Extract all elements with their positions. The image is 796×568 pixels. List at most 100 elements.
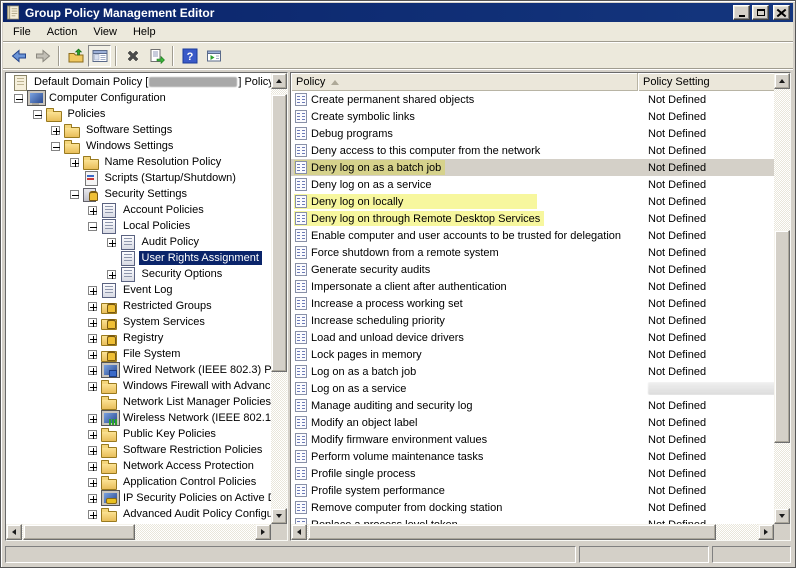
policy-row[interactable]: Deny log on through Remote Desktop Servi… bbox=[291, 210, 774, 227]
policy-row[interactable]: Profile system performanceNot Defined bbox=[291, 482, 774, 499]
expand-icon[interactable] bbox=[88, 430, 97, 439]
policy-row[interactable]: Increase scheduling priorityNot Defined bbox=[291, 312, 774, 329]
tree-item-network-access-protection[interactable]: Network Access Protection bbox=[6, 458, 271, 474]
policy-row[interactable]: Remove computer from docking stationNot … bbox=[291, 499, 774, 516]
scrollbar-thumb[interactable] bbox=[23, 524, 135, 540]
expand-icon[interactable] bbox=[88, 382, 97, 391]
tree-item-name-resolution-policy[interactable]: Name Resolution Policy bbox=[6, 154, 271, 170]
tree-item-system-services[interactable]: System Services bbox=[6, 314, 271, 330]
minimize-button[interactable] bbox=[733, 5, 750, 20]
scroll-left-button[interactable] bbox=[6, 524, 22, 540]
back-button[interactable] bbox=[7, 45, 30, 67]
policy-row[interactable]: Replace a process level tokenNot Defined bbox=[291, 516, 774, 524]
list-vertical-scrollbar[interactable] bbox=[774, 73, 790, 524]
tree-item-computer-configuration[interactable]: Computer Configuration bbox=[6, 90, 271, 106]
policy-row[interactable]: Deny log on as a batch jobNot Defined bbox=[291, 159, 774, 176]
tree-item-advanced-audit-policy-configu[interactable]: Advanced Audit Policy Configu bbox=[6, 506, 271, 522]
tree-item-root-gpo[interactable]: Default Domain Policy [] Policy bbox=[6, 74, 271, 90]
tree-item-security-settings[interactable]: Security Settings bbox=[6, 186, 271, 202]
expand-icon[interactable] bbox=[88, 334, 97, 343]
policy-row[interactable]: Deny log on locallyNot Defined bbox=[291, 193, 774, 210]
policy-row[interactable]: Deny log on as a serviceNot Defined bbox=[291, 176, 774, 193]
policy-row[interactable]: Force shutdown from a remote systemNot D… bbox=[291, 244, 774, 261]
tree-item-software-settings[interactable]: Software Settings bbox=[6, 122, 271, 138]
policy-row[interactable]: Increase a process working setNot Define… bbox=[291, 295, 774, 312]
menu-action[interactable]: Action bbox=[39, 24, 86, 40]
export-list-button[interactable] bbox=[145, 45, 168, 67]
tree-vertical-scrollbar[interactable] bbox=[271, 73, 287, 524]
show-console-tree-button[interactable] bbox=[88, 45, 111, 67]
expand-icon[interactable] bbox=[88, 366, 97, 375]
scrollbar-thumb[interactable] bbox=[774, 230, 790, 443]
column-header-policy-setting[interactable]: Policy Setting bbox=[638, 73, 774, 91]
tree-item-file-system[interactable]: File System bbox=[6, 346, 271, 362]
expand-icon[interactable] bbox=[107, 238, 116, 247]
menu-view[interactable]: View bbox=[85, 24, 125, 40]
forward-button[interactable] bbox=[31, 45, 54, 67]
tree-item-wireless-network-ieee-802-1[interactable]: Wireless Network (IEEE 802.1 bbox=[6, 410, 271, 426]
expand-icon[interactable] bbox=[88, 350, 97, 359]
policy-row[interactable]: Log on as a service bbox=[291, 380, 774, 397]
collapse-icon[interactable] bbox=[51, 142, 60, 151]
policy-row[interactable]: Modify an object labelNot Defined bbox=[291, 414, 774, 431]
tree-item-public-key-policies[interactable]: Public Key Policies bbox=[6, 426, 271, 442]
collapse-icon[interactable] bbox=[14, 94, 23, 103]
policy-row[interactable]: Modify firmware environment valuesNot De… bbox=[291, 431, 774, 448]
policy-row[interactable]: Profile single processNot Defined bbox=[291, 465, 774, 482]
policy-row[interactable]: Manage auditing and security logNot Defi… bbox=[291, 397, 774, 414]
policy-row[interactable]: Create symbolic linksNot Defined bbox=[291, 108, 774, 125]
up-one-level-button[interactable] bbox=[64, 45, 87, 67]
expand-icon[interactable] bbox=[88, 206, 97, 215]
tree-item-user-rights-assignment[interactable]: User Rights Assignment bbox=[6, 250, 271, 266]
expand-icon[interactable] bbox=[107, 270, 116, 279]
expand-icon[interactable] bbox=[88, 302, 97, 311]
delete-button[interactable] bbox=[121, 45, 144, 67]
tree-item-windows-settings[interactable]: Windows Settings bbox=[6, 138, 271, 154]
tree-item-registry[interactable]: Registry bbox=[6, 330, 271, 346]
tree-item-application-control-policies[interactable]: Application Control Policies bbox=[6, 474, 271, 490]
column-header-policy[interactable]: Policy bbox=[291, 73, 638, 91]
scroll-right-button[interactable] bbox=[758, 524, 774, 540]
expand-icon[interactable] bbox=[70, 158, 79, 167]
tree-item-windows-firewall-with-advanc[interactable]: Windows Firewall with Advanc bbox=[6, 378, 271, 394]
tree-item-software-restriction-policies[interactable]: Software Restriction Policies bbox=[6, 442, 271, 458]
collapse-icon[interactable] bbox=[33, 110, 42, 119]
policy-row[interactable]: Create permanent shared objectsNot Defin… bbox=[291, 91, 774, 108]
scroll-up-button[interactable] bbox=[271, 73, 287, 89]
policy-row[interactable]: Perform volume maintenance tasksNot Defi… bbox=[291, 448, 774, 465]
expand-icon[interactable] bbox=[88, 414, 97, 423]
tree-horizontal-scrollbar[interactable] bbox=[6, 524, 271, 540]
tree-item-scripts-startup-shutdown[interactable]: Scripts (Startup/Shutdown) bbox=[6, 170, 271, 186]
tree-item-policies[interactable]: Policies bbox=[6, 106, 271, 122]
list-horizontal-scrollbar[interactable] bbox=[291, 524, 774, 540]
close-button[interactable] bbox=[773, 5, 790, 20]
policy-row[interactable]: Impersonate a client after authenticatio… bbox=[291, 278, 774, 295]
expand-icon[interactable] bbox=[88, 462, 97, 471]
expand-icon[interactable] bbox=[88, 478, 97, 487]
expand-icon[interactable] bbox=[88, 318, 97, 327]
help-button[interactable]: ? bbox=[178, 45, 201, 67]
tree-item-network-list-manager-policies[interactable]: Network List Manager Policies bbox=[6, 394, 271, 410]
collapse-icon[interactable] bbox=[88, 222, 97, 231]
menu-file[interactable]: File bbox=[5, 24, 39, 40]
tree-item-audit-policy[interactable]: Audit Policy bbox=[6, 234, 271, 250]
scroll-down-button[interactable] bbox=[774, 508, 790, 524]
scroll-up-button[interactable] bbox=[774, 73, 790, 89]
expand-icon[interactable] bbox=[88, 494, 97, 503]
policy-row[interactable]: Log on as a batch jobNot Defined bbox=[291, 363, 774, 380]
scrollbar-thumb[interactable] bbox=[271, 94, 287, 372]
menu-help[interactable]: Help bbox=[125, 24, 164, 40]
tree-item-event-log[interactable]: Event Log bbox=[6, 282, 271, 298]
show-window-button[interactable] bbox=[202, 45, 225, 67]
policy-row[interactable]: Generate security auditsNot Defined bbox=[291, 261, 774, 278]
tree-item-wired-network-ieee-802-3-p[interactable]: Wired Network (IEEE 802.3) P bbox=[6, 362, 271, 378]
policy-row[interactable]: Debug programsNot Defined bbox=[291, 125, 774, 142]
scroll-down-button[interactable] bbox=[271, 508, 287, 524]
policy-row[interactable]: Deny access to this computer from the ne… bbox=[291, 142, 774, 159]
scrollbar-thumb[interactable] bbox=[308, 524, 716, 540]
collapse-icon[interactable] bbox=[70, 190, 79, 199]
tree-item-local-policies[interactable]: Local Policies bbox=[6, 218, 271, 234]
expand-icon[interactable] bbox=[88, 446, 97, 455]
scroll-right-button[interactable] bbox=[255, 524, 271, 540]
policy-row[interactable]: Enable computer and user accounts to be … bbox=[291, 227, 774, 244]
